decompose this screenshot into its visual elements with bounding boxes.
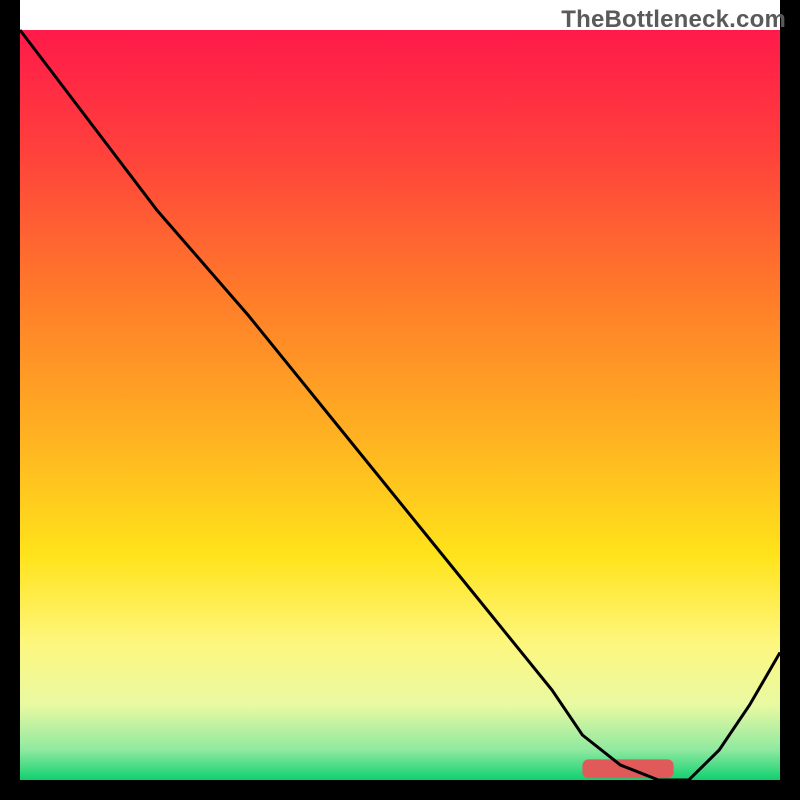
chart-background-gradient — [20, 30, 780, 780]
bottleneck-chart — [0, 0, 800, 800]
chart-container: TheBottleneck.com — [0, 0, 800, 800]
axis-bottom — [0, 780, 800, 800]
axis-left — [0, 0, 20, 800]
watermark-text: TheBottleneck.com — [561, 6, 786, 34]
axis-right — [780, 0, 800, 800]
